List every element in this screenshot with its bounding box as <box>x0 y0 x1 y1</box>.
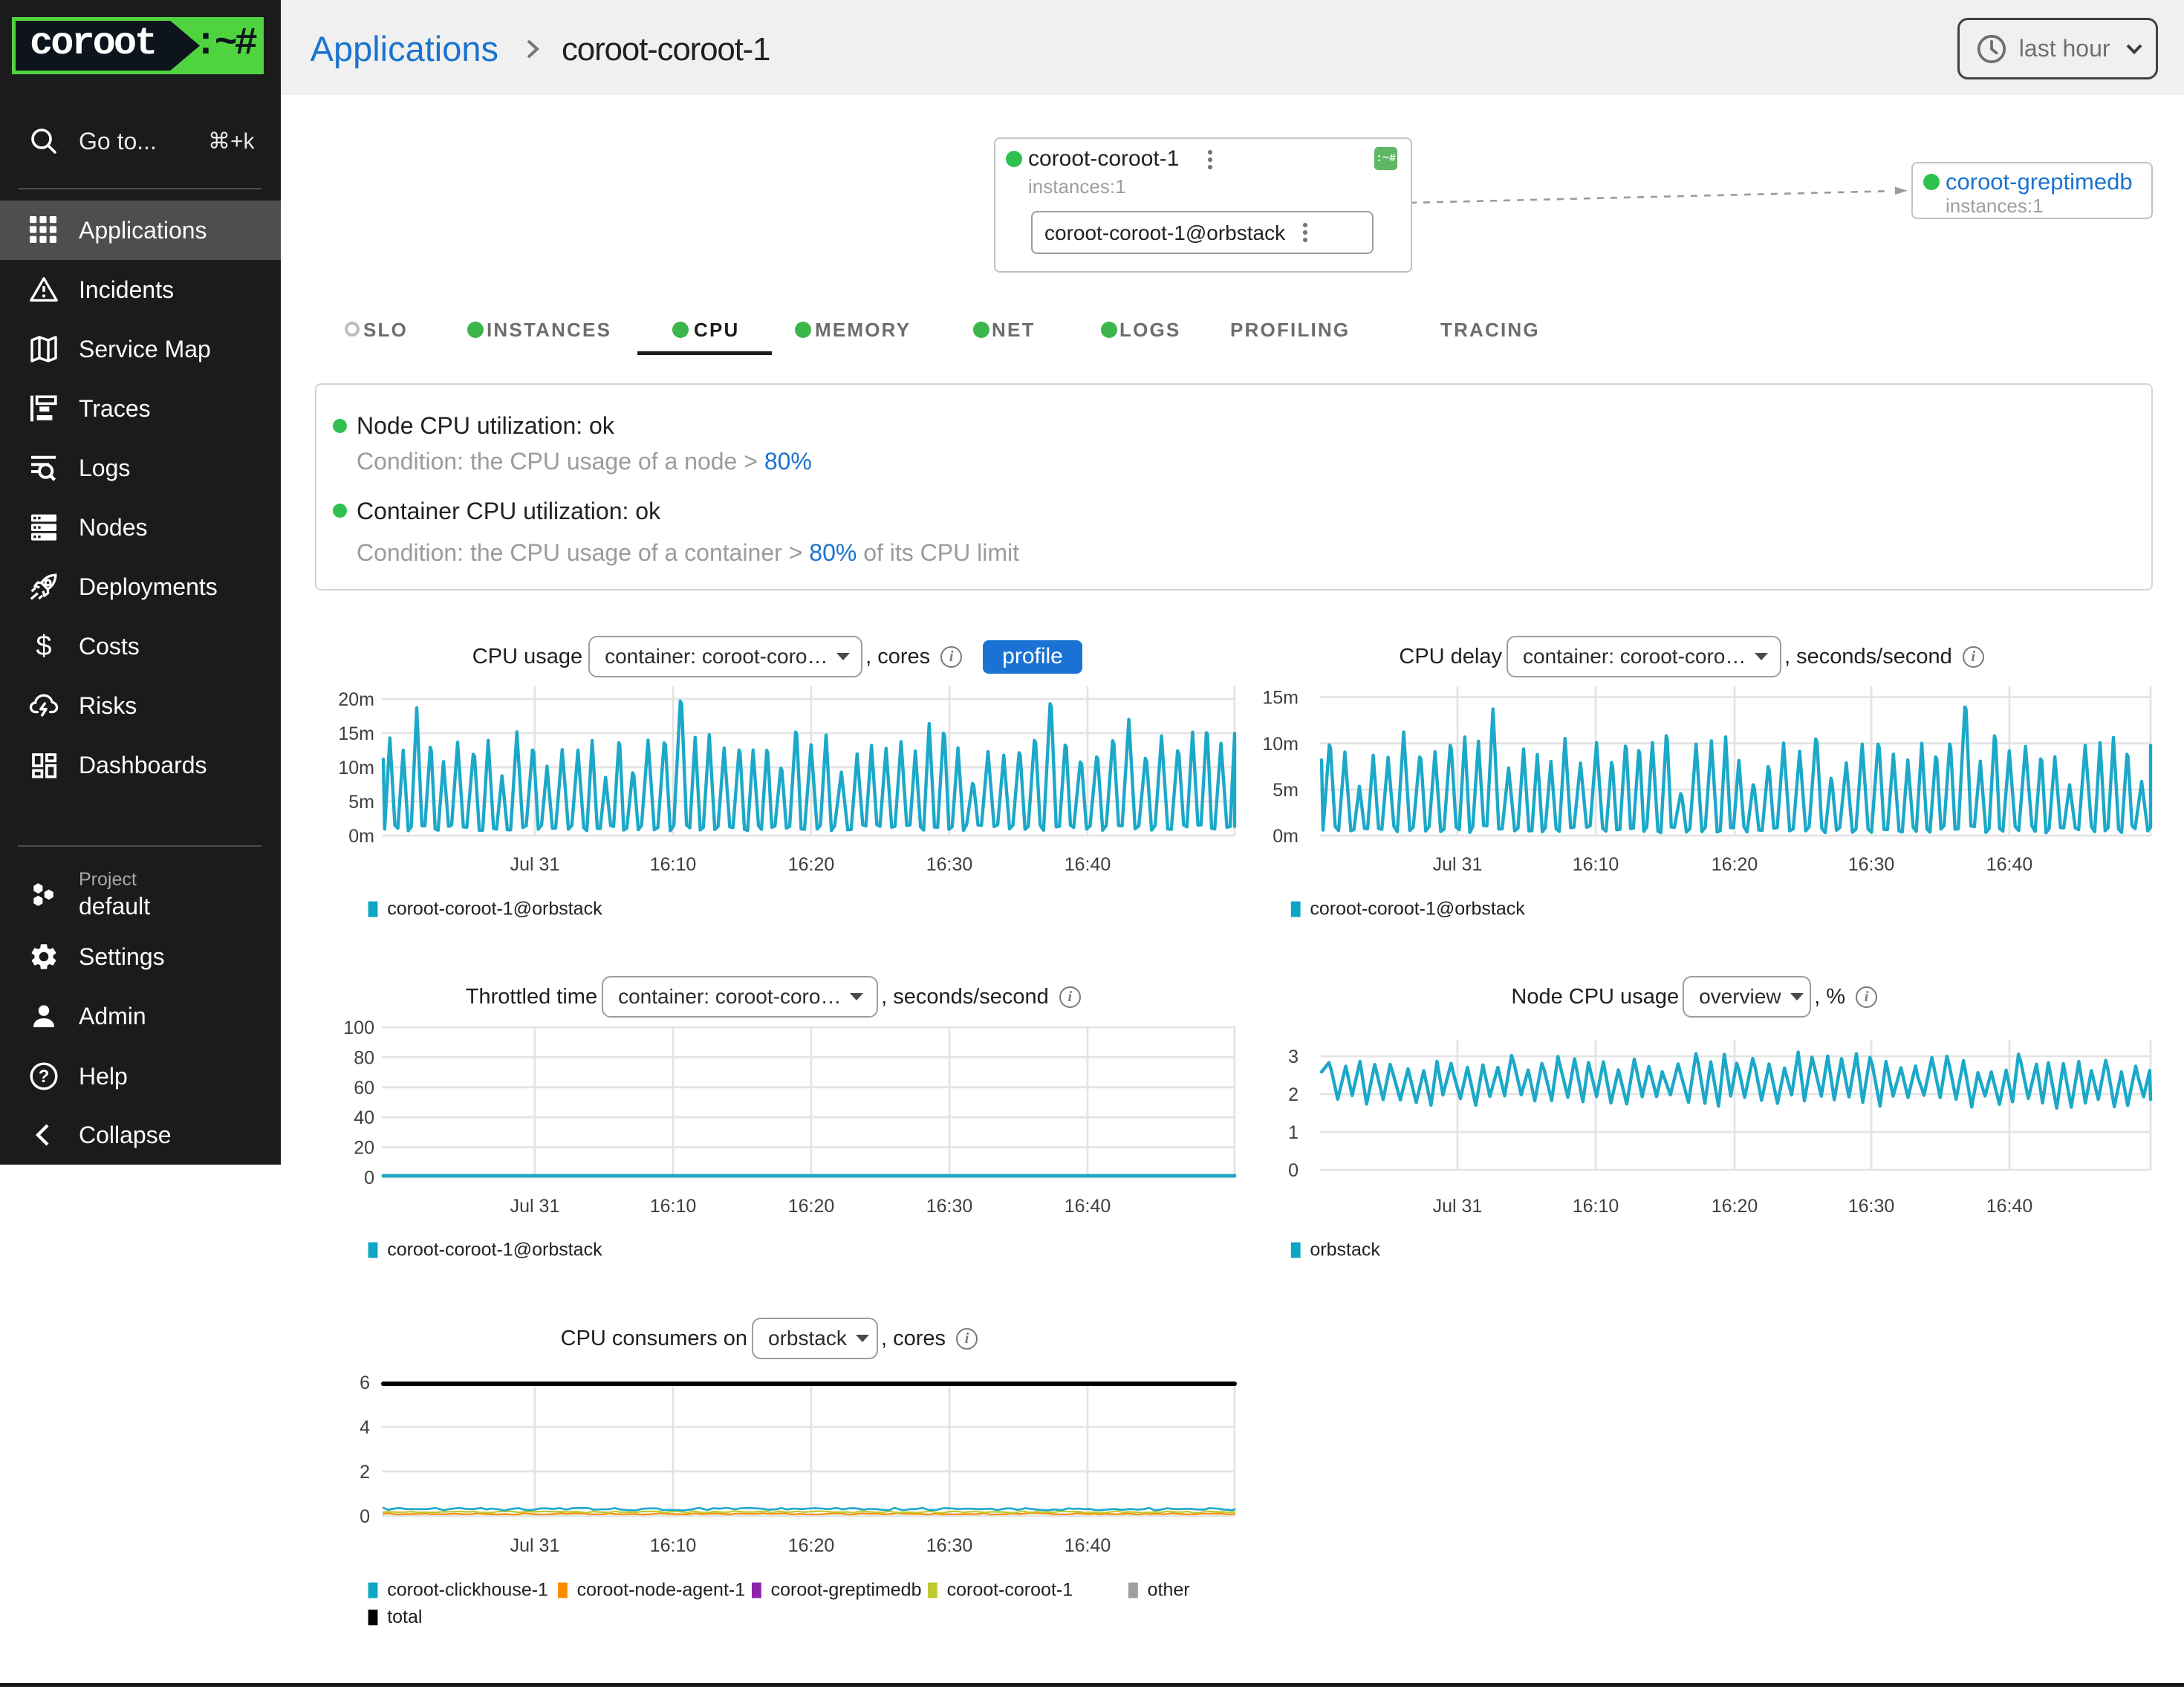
svg-text:16:20: 16:20 <box>788 854 835 875</box>
svg-text:16:20: 16:20 <box>1712 854 1758 875</box>
svg-text:16:10: 16:10 <box>650 854 697 875</box>
svg-text:coroot-clickhouse-1: coroot-clickhouse-1 <box>387 1580 548 1601</box>
svg-text:16:40: 16:40 <box>1065 1196 1111 1217</box>
svg-text:16:10: 16:10 <box>1573 1196 1619 1217</box>
svg-text:16:10: 16:10 <box>1573 854 1619 875</box>
svg-text:16:30: 16:30 <box>926 1196 973 1217</box>
svg-text:16:40: 16:40 <box>1986 854 2033 875</box>
svg-text:3: 3 <box>1288 1047 1299 1067</box>
svg-text:total: total <box>387 1607 422 1627</box>
svg-text:0: 0 <box>360 1506 370 1527</box>
svg-text:5m: 5m <box>348 792 374 813</box>
svg-text:20m: 20m <box>338 689 374 710</box>
svg-text:5m: 5m <box>1273 780 1299 801</box>
svg-text:10m: 10m <box>338 758 374 778</box>
svg-text:$: $ <box>36 631 51 662</box>
svg-text:2: 2 <box>360 1462 370 1483</box>
svg-text:16:20: 16:20 <box>1712 1196 1758 1217</box>
svg-text:?: ? <box>39 1067 50 1087</box>
svg-text:60: 60 <box>354 1078 374 1099</box>
svg-text:Jul 31: Jul 31 <box>510 1535 560 1556</box>
svg-text:40: 40 <box>354 1107 374 1128</box>
svg-text:Jul 31: Jul 31 <box>510 1196 560 1217</box>
svg-text:16:20: 16:20 <box>788 1535 835 1556</box>
svg-text:Jul 31: Jul 31 <box>1433 854 1483 875</box>
svg-text:16:20: 16:20 <box>788 1196 835 1217</box>
svg-text:16:30: 16:30 <box>1848 1196 1895 1217</box>
svg-text:coroot-greptimedb: coroot-greptimedb <box>771 1580 922 1601</box>
svg-text:6: 6 <box>360 1373 370 1393</box>
svg-text:15m: 15m <box>1262 688 1299 709</box>
svg-text:other: other <box>1148 1580 1190 1601</box>
svg-text:16:30: 16:30 <box>926 1535 973 1556</box>
svg-text:16:30: 16:30 <box>926 854 973 875</box>
svg-text:coroot-coroot-1@orbstack: coroot-coroot-1@orbstack <box>387 1240 602 1260</box>
svg-text:coroot-node-agent-1: coroot-node-agent-1 <box>577 1580 746 1601</box>
svg-text:0m: 0m <box>1273 826 1299 847</box>
svg-text:0: 0 <box>1288 1160 1299 1181</box>
svg-text:2: 2 <box>1288 1084 1299 1105</box>
svg-text:100: 100 <box>343 1018 374 1038</box>
svg-text:16:40: 16:40 <box>1065 1535 1111 1556</box>
svg-text:Jul 31: Jul 31 <box>1433 1196 1483 1217</box>
svg-text:80: 80 <box>354 1047 374 1068</box>
svg-text:coroot-coroot-1: coroot-coroot-1 <box>947 1580 1073 1601</box>
svg-text:16:40: 16:40 <box>1065 854 1111 875</box>
svg-text:4: 4 <box>360 1417 370 1438</box>
svg-text:0m: 0m <box>348 826 374 847</box>
svg-text:orbstack: orbstack <box>1310 1240 1380 1260</box>
svg-text:1: 1 <box>1288 1122 1299 1143</box>
svg-text:20: 20 <box>354 1138 374 1159</box>
svg-text:0: 0 <box>364 1168 374 1188</box>
svg-text:10m: 10m <box>1262 734 1299 755</box>
svg-text:15m: 15m <box>338 723 374 744</box>
svg-text:16:10: 16:10 <box>650 1535 697 1556</box>
svg-text:coroot-coroot-1@orbstack: coroot-coroot-1@orbstack <box>387 899 602 920</box>
svg-text:coroot-coroot-1@orbstack: coroot-coroot-1@orbstack <box>1310 899 1525 920</box>
svg-text:16:40: 16:40 <box>1986 1196 2033 1217</box>
svg-text:Jul 31: Jul 31 <box>510 854 560 875</box>
svg-text:16:10: 16:10 <box>650 1196 697 1217</box>
svg-text:16:30: 16:30 <box>1848 854 1895 875</box>
